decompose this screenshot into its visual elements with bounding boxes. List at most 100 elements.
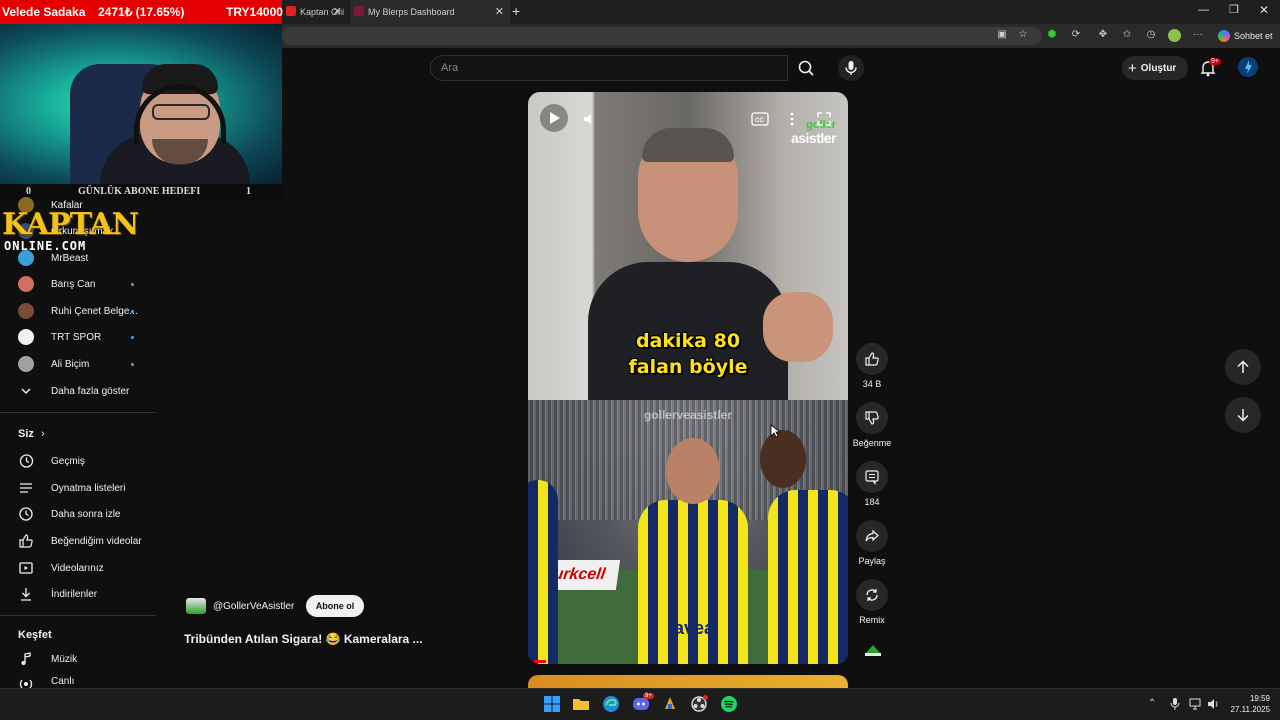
- more-vertical-icon: [790, 112, 794, 126]
- sidebar-item-your-videos[interactable]: Videolarınız: [18, 558, 158, 578]
- download-icon: [18, 586, 34, 602]
- like-button[interactable]: 34 B: [852, 343, 892, 389]
- spotify-button[interactable]: [720, 695, 738, 713]
- volume-button[interactable]: [576, 106, 602, 132]
- red-favicon: [286, 6, 296, 16]
- search-input[interactable]: Ara: [430, 55, 788, 81]
- create-button[interactable]: + Oluştur: [1122, 56, 1188, 80]
- remix-icon: [856, 579, 888, 611]
- more-options-icon[interactable]: ···: [1192, 29, 1204, 41]
- next-short-preview[interactable]: [528, 675, 848, 689]
- system-clock[interactable]: 19:59 27.11.2025: [1218, 693, 1270, 715]
- extensions-icon[interactable]: ✥: [1097, 29, 1109, 41]
- dislike-button[interactable]: Beğenme: [850, 402, 894, 448]
- sidebar-item-music[interactable]: Müzik: [18, 649, 158, 669]
- donation-goal-bar: Velede Sadaka 2471₺ (17.65%) TRY14000: [0, 0, 283, 24]
- chevron-right-icon: ›: [40, 428, 45, 440]
- comments-button[interactable]: 184: [852, 461, 892, 507]
- video-caption: dakika 80 falan böyle: [628, 330, 748, 378]
- sidebar-item-ruhi-cenet[interactable]: Ruhi Çenet Belge...: [18, 301, 158, 321]
- short-title[interactable]: Tribünden Atılan Sigara! 😂 Kameralara ..…: [184, 632, 423, 646]
- file-explorer-button[interactable]: [572, 695, 590, 713]
- channel-avatar: [18, 356, 34, 372]
- player-figure: [638, 500, 748, 664]
- music-note-icon: [18, 651, 34, 667]
- app-button[interactable]: [661, 695, 679, 713]
- more-options-button[interactable]: [779, 106, 805, 132]
- kaptan-online-logo: KAPTAN ONLINE.COM: [2, 207, 139, 254]
- discord-notification-badge: 9+: [643, 693, 654, 699]
- refresh-extension-icon[interactable]: ⟳: [1070, 29, 1082, 41]
- sidebar-item-baris-can[interactable]: Barış Can: [18, 274, 158, 294]
- app-available-icon[interactable]: ▣: [996, 29, 1008, 41]
- sidebar-item-history[interactable]: Geçmiş: [18, 451, 158, 471]
- fullscreen-button[interactable]: [811, 106, 837, 132]
- sidebar-item-ali-bicim[interactable]: Ali Biçim: [18, 354, 158, 374]
- address-bar[interactable]: [282, 27, 1042, 45]
- expand-icon: [817, 112, 831, 126]
- sidebar-item-watch-later[interactable]: Daha sonra izle: [18, 504, 158, 524]
- previous-short-button[interactable]: [1225, 349, 1261, 385]
- arrow-up-icon: [1237, 360, 1249, 373]
- plus-icon: +: [1128, 59, 1137, 77]
- copilot-chat-button[interactable]: Sohbet et: [1214, 27, 1276, 45]
- windows-logo-icon: [544, 696, 560, 712]
- thumbs-up-icon: [18, 533, 34, 549]
- channel-mini-logo[interactable]: [862, 642, 884, 658]
- short-video-player[interactable]: dakika 80 falan böyle goller asistler Tu…: [528, 92, 848, 664]
- microphone-tray-icon[interactable]: [1170, 698, 1180, 713]
- share-button[interactable]: Paylaş: [852, 520, 892, 566]
- subscribe-button[interactable]: Abone ol: [306, 595, 364, 617]
- video-icon: [18, 560, 34, 576]
- new-content-dot: [131, 283, 134, 286]
- network-monitor-icon[interactable]: [1189, 698, 1201, 713]
- folder-icon: [573, 699, 589, 710]
- streamer-webcam: [0, 24, 282, 184]
- sidebar: Kafalar Orkun Işıtmak MrBeast Barış Can …: [0, 195, 160, 688]
- favorites-icon[interactable]: ✩: [1121, 29, 1133, 41]
- mouse-cursor-icon: [770, 424, 782, 443]
- search-button[interactable]: [788, 55, 826, 81]
- close-tab-icon[interactable]: ✕: [333, 5, 342, 18]
- search-icon: [798, 60, 814, 76]
- copilot-icon: [1218, 30, 1230, 42]
- account-avatar[interactable]: [1238, 57, 1258, 77]
- channel-avatar: [18, 276, 34, 292]
- arrow-down-icon: [1237, 409, 1249, 422]
- minimize-window-icon[interactable]: —: [1198, 4, 1209, 16]
- sidebar-divider: [0, 615, 156, 616]
- next-short-button[interactable]: [1225, 397, 1261, 433]
- play-button[interactable]: [540, 104, 568, 132]
- sidebar-item-downloads[interactable]: İndirilenler: [18, 584, 158, 604]
- extension-shield-icon[interactable]: ⬢: [1046, 29, 1058, 41]
- voice-search-button[interactable]: [838, 55, 864, 81]
- show-hidden-icons-chevron-icon[interactable]: ⌃: [1148, 698, 1156, 709]
- sidebar-item-playlists[interactable]: Oynatma listeleri: [18, 478, 158, 498]
- restore-window-icon[interactable]: ❐: [1229, 3, 1239, 16]
- history-icon[interactable]: ◷: [1145, 29, 1157, 41]
- chevron-down-icon: [18, 383, 34, 399]
- video-frame-top: dakika 80 falan böyle goller asistler: [528, 92, 848, 402]
- close-tab-icon[interactable]: ✕: [495, 5, 504, 18]
- new-tab-button[interactable]: +: [512, 3, 520, 19]
- captions-button[interactable]: CC: [747, 106, 773, 132]
- you-section-header[interactable]: Siz ›: [18, 428, 45, 440]
- tab-kaptan-online[interactable]: Kaptan Online ✕: [282, 0, 348, 24]
- sidebar-item-trt-spor[interactable]: TRT SPOR: [18, 327, 158, 347]
- profile-avatar-icon[interactable]: [1168, 29, 1181, 42]
- favorite-star-icon[interactable]: ☆: [1017, 29, 1029, 41]
- edge-browser-button[interactable]: [602, 695, 620, 713]
- channel-avatar[interactable]: [186, 598, 206, 614]
- sidebar-divider: [0, 412, 156, 413]
- donation-progress: 2471₺ (17.65%): [98, 5, 185, 19]
- start-button[interactable]: [543, 695, 561, 713]
- channel-handle[interactable]: @GollerVeAsistler: [213, 601, 294, 612]
- video-progress-bar[interactable]: [534, 660, 546, 663]
- new-content-dot: [131, 310, 134, 313]
- show-more-button[interactable]: Daha fazla göster: [18, 381, 158, 401]
- close-window-icon[interactable]: ✕: [1259, 3, 1269, 17]
- sidebar-item-live[interactable]: Canlı: [18, 676, 158, 688]
- remix-button[interactable]: Remix: [852, 579, 892, 625]
- tab-blerps-dashboard[interactable]: My Blerps Dashboard ✕: [350, 0, 510, 24]
- sidebar-item-liked-videos[interactable]: Beğendiğim videolar: [18, 531, 158, 551]
